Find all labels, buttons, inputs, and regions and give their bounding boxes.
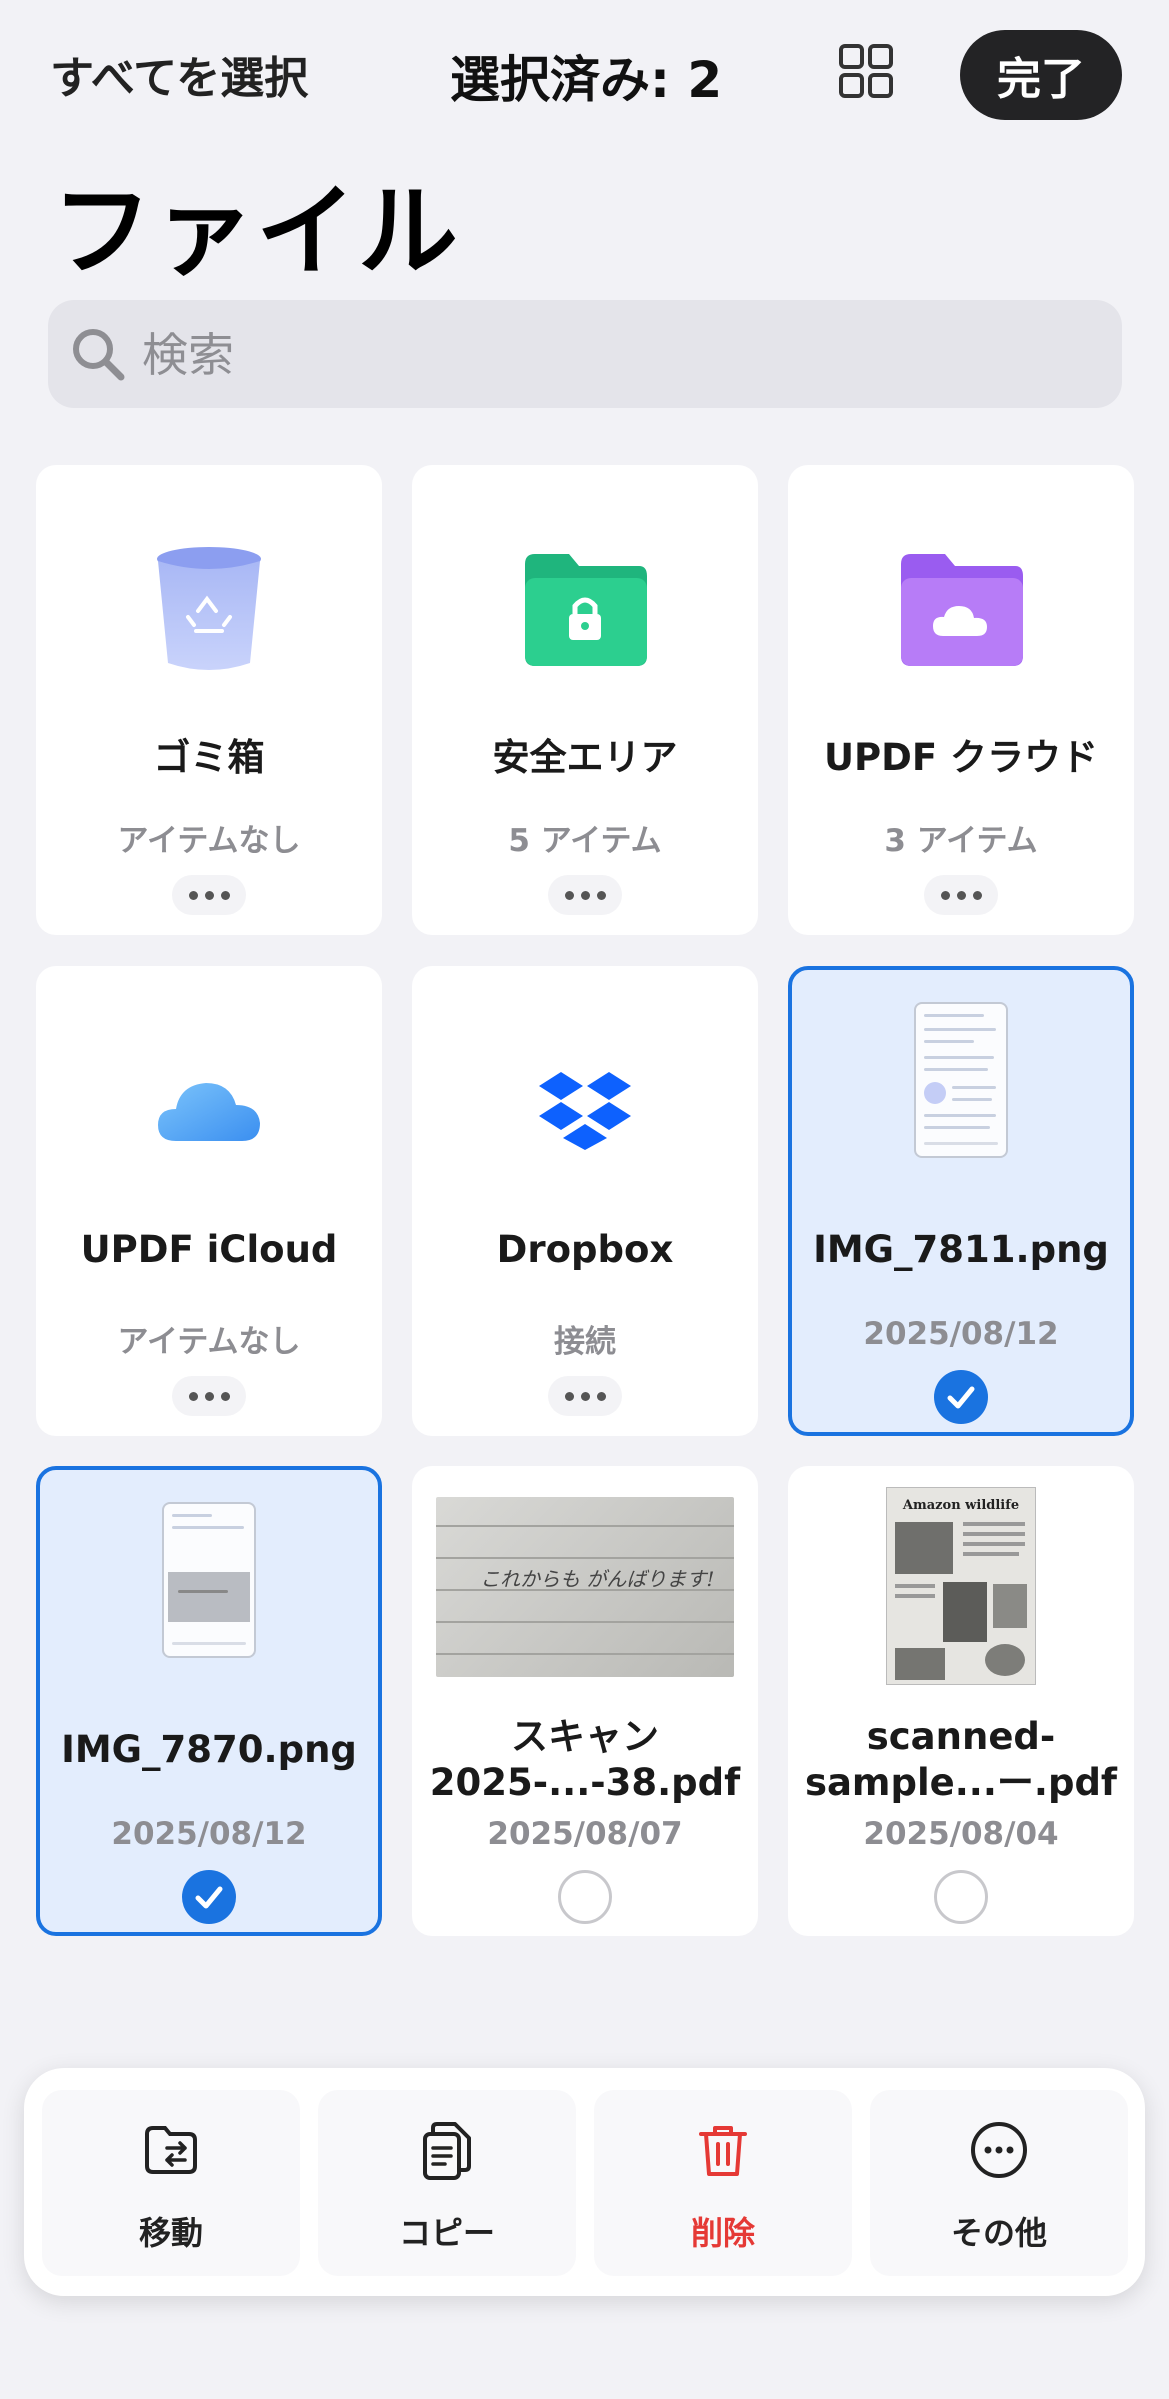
- file-subtitle: 接続: [554, 1324, 616, 1360]
- more-icon[interactable]: [172, 1376, 246, 1416]
- file-subtitle: 5 アイテム: [508, 823, 662, 859]
- file-subtitle: 2025/08/12: [863, 1316, 1059, 1352]
- page-title: ファイル: [52, 173, 460, 290]
- handwriting-text: これからも がんばります!: [480, 1567, 715, 1591]
- file-thumbnail: Amazon wildlife: [886, 1487, 1036, 1685]
- bottom-action-bar: 移動 コピー 削除 その他: [24, 2068, 1145, 2296]
- selection-circle-icon[interactable]: [934, 1870, 988, 1924]
- file-subtitle: 2025/08/12: [111, 1816, 307, 1852]
- icloud-icon: [158, 1083, 260, 1141]
- more-icon[interactable]: [924, 875, 998, 915]
- file-name: IMG_7870.png: [61, 1728, 357, 1771]
- search-input[interactable]: [140, 318, 1044, 392]
- copy-icon: [417, 2120, 477, 2180]
- move-button[interactable]: 移動: [42, 2090, 300, 2276]
- copy-label: コピー: [398, 2214, 495, 2252]
- cloud-folder-icon: [901, 554, 1023, 666]
- top-bar: すべてを選択 選択済み: 2 完了: [0, 0, 1169, 150]
- copy-button[interactable]: コピー: [318, 2090, 576, 2276]
- more-icon[interactable]: [172, 875, 246, 915]
- delete-label: 削除: [690, 2214, 755, 2252]
- search-bar[interactable]: [48, 300, 1122, 408]
- file-name: UPDF クラウド: [823, 736, 1099, 779]
- trash-icon: [157, 547, 261, 670]
- grid-view-icon[interactable]: [838, 43, 894, 99]
- file-subtitle: 2025/08/04: [863, 1816, 1059, 1852]
- file-thumbnail: [914, 1002, 1008, 1158]
- search-icon: [68, 324, 128, 384]
- file-subtitle: アイテムなし: [117, 823, 301, 859]
- file-name: UPDF iCloud: [80, 1228, 338, 1271]
- file-subtitle: アイテムなし: [117, 1324, 301, 1360]
- file-name: ゴミ箱: [153, 736, 265, 779]
- file-name: scanned- sample...ー.pdf: [804, 1715, 1118, 1804]
- lock-folder-icon: [525, 554, 647, 666]
- file-name: IMG_7811.png: [813, 1228, 1109, 1271]
- more-icon[interactable]: [548, 875, 622, 915]
- selection-circle-icon[interactable]: [558, 1870, 612, 1924]
- file-card-img-7870[interactable]: IMG_7870.png 2025/08/12: [36, 1466, 382, 1936]
- file-name: スキャン 2025-...-38.pdf: [429, 1715, 741, 1804]
- more-circle-icon: [969, 2120, 1029, 2180]
- more-icon[interactable]: [548, 1376, 622, 1416]
- file-card-secure-area[interactable]: 安全エリア 5 アイテム: [412, 465, 758, 935]
- file-thumbnail: [162, 1502, 256, 1658]
- file-card-img-7811[interactable]: IMG_7811.png 2025/08/12: [788, 966, 1134, 1436]
- move-label: 移動: [138, 2214, 203, 2252]
- delete-button[interactable]: 削除: [594, 2090, 852, 2276]
- more-options-button[interactable]: その他: [870, 2090, 1128, 2276]
- dropbox-icon: [539, 1072, 631, 1150]
- select-all-button[interactable]: すべてを選択: [50, 42, 308, 106]
- move-folder-icon: [141, 2120, 201, 2180]
- done-button[interactable]: 完了: [960, 30, 1122, 120]
- trash-icon: [693, 2120, 753, 2180]
- file-card-icloud[interactable]: UPDF iCloud アイテムなし: [36, 966, 382, 1436]
- checkmark-icon[interactable]: [182, 1870, 236, 1924]
- file-subtitle: 3 アイテム: [884, 823, 1038, 859]
- checkmark-icon[interactable]: [934, 1370, 988, 1424]
- file-card-scan-pdf[interactable]: これからも がんばります! スキャン 2025-...-38.pdf 2025/…: [412, 1466, 758, 1936]
- file-card-dropbox[interactable]: Dropbox 接続: [412, 966, 758, 1436]
- more-label: その他: [950, 2214, 1047, 2252]
- file-name: Dropbox: [496, 1228, 674, 1271]
- file-name: 安全エリア: [492, 736, 678, 779]
- file-card-scanned-sample-pdf[interactable]: Amazon wildlife scanned- sample...ー.pdf …: [788, 1466, 1134, 1936]
- file-card-updf-cloud[interactable]: UPDF クラウド 3 アイテム: [788, 465, 1134, 935]
- file-subtitle: 2025/08/07: [487, 1816, 683, 1852]
- file-card-trash[interactable]: ゴミ箱 アイテムなし: [36, 465, 382, 935]
- file-thumbnail: これからも がんばります!: [436, 1497, 734, 1677]
- selection-count: 選択済み: 2: [450, 51, 723, 109]
